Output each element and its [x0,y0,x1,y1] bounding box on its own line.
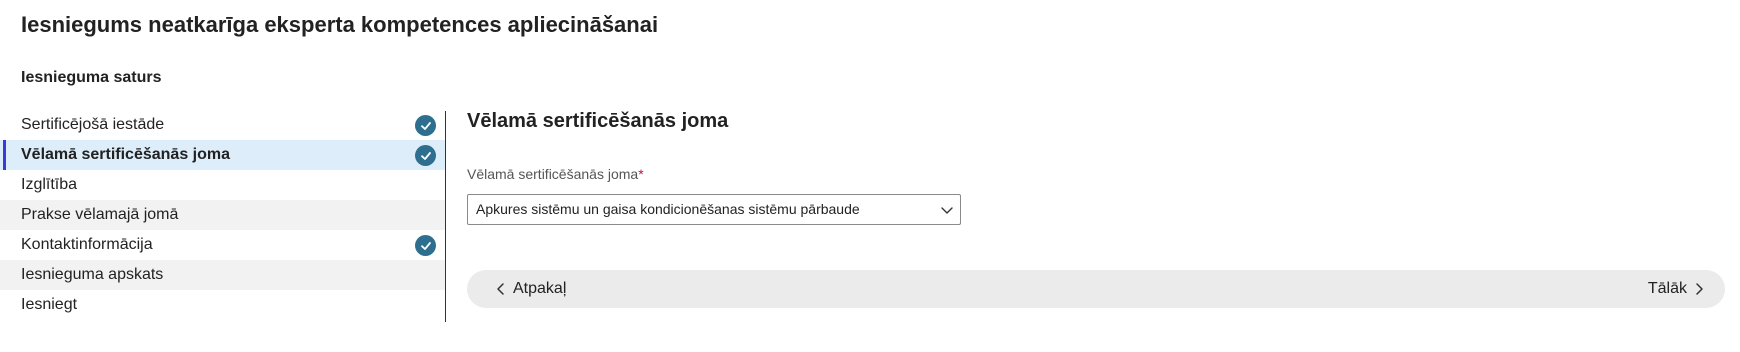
sidebar-nav: Sertificējošā iestāde Vēlamā sertificēša… [0,110,446,320]
sidebar-item-label: Prakse vēlamajā jomā [21,206,179,223]
chevron-down-icon [941,207,953,214]
sidebar-item-iesnieguma-apskats[interactable]: Iesnieguma apskats [0,260,446,290]
check-circle-icon [415,115,436,136]
certification-field-select[interactable]: Apkures sistēmu un gaisa kondicionēšanas… [467,194,961,225]
sidebar-item-label: Iesniegt [21,296,78,313]
select-value: Apkures sistēmu un gaisa kondicionēšanas… [476,201,860,217]
sidebar-item-label: Iesnieguma apskats [21,266,164,283]
sidebar-item-sertificejosa-iestade[interactable]: Sertificējošā iestāde [0,110,446,140]
chevron-right-icon [1696,283,1703,295]
sidebar-item-velama-sertificesanas-joma[interactable]: Vēlamā sertificēšanās joma [0,140,446,170]
sidebar-item-label: Sertificējošā iestāde [21,116,165,133]
chevron-left-icon [497,283,504,295]
check-circle-icon [415,145,436,166]
back-button[interactable]: Atpakaļ [495,270,566,308]
sidebar-item-izglitiba[interactable]: Izglītība [0,170,446,200]
back-button-label: Atpakaļ [513,280,567,297]
sidebar-item-prakse[interactable]: Prakse vēlamajā jomā [0,200,446,230]
vertical-divider [445,111,446,322]
sidebar-item-kontaktinformacija[interactable]: Kontaktinformācija [0,230,446,260]
field-label-text: Vēlamā sertificēšanās joma [467,166,639,182]
required-mark: * [638,166,644,182]
form-navigation-bar: Atpakaļ Tālāk [467,270,1725,308]
sidebar-item-iesniegt[interactable]: Iesniegt [0,290,446,320]
check-circle-icon [415,235,436,256]
content-title: Vēlamā sertificēšanās joma [467,110,729,132]
page-title: Iesniegums neatkarīga eksperta kompetenc… [21,12,659,37]
field-label: Vēlamā sertificēšanās joma* [467,166,644,182]
sidebar-item-label: Kontaktinformācija [21,236,153,253]
sidebar-item-label: Vēlamā sertificēšanās joma [21,146,231,163]
next-button[interactable]: Tālāk [1648,270,1705,308]
section-title: Iesnieguma saturs [21,69,162,86]
next-button-label: Tālāk [1647,280,1687,297]
sidebar-item-label: Izglītība [21,176,78,193]
